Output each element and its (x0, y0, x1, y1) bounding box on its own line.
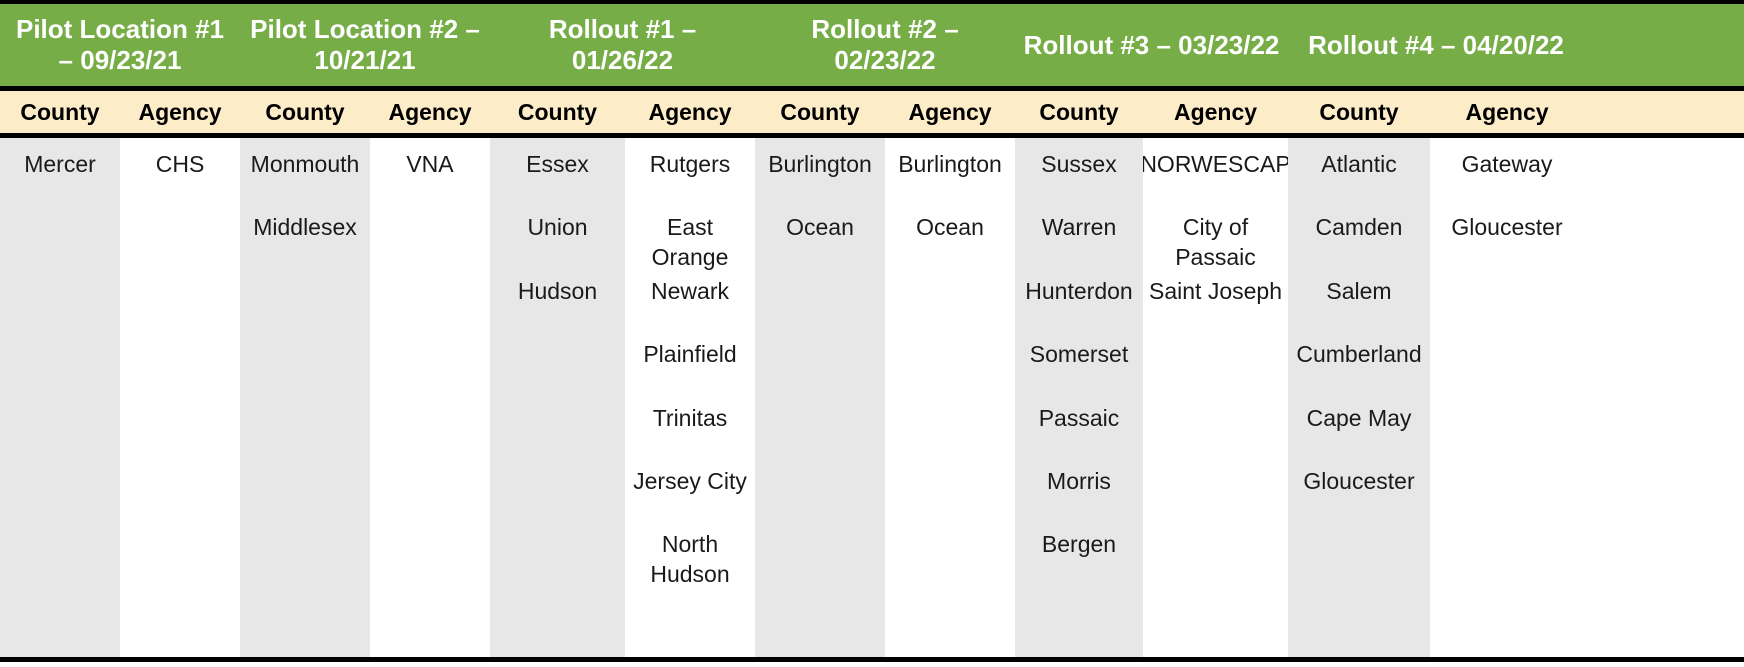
table-cell: Morris (1047, 467, 1111, 494)
table-cell: CHS (155, 151, 205, 177)
table-cell: VNA (406, 151, 454, 177)
column-header-county-2: County (265, 98, 345, 125)
table-cell: Gateway (1461, 151, 1553, 177)
sub-header-row: County Agency County Agency County Agency Coun… (0, 86, 1744, 138)
group-header-rollout-3: Rollout #3 – 03/23/22 (1023, 29, 1280, 60)
column-header-agency-9: Agency (1173, 98, 1258, 125)
body-column-county-10: Atlantic Camden Salem Cumberland Cape May Glo… (1288, 138, 1430, 657)
group-header-pilot-1: Pilot Location #1 – 09/23/21 (15, 14, 225, 75)
column-header-county-8: County (1039, 98, 1119, 125)
table-cell: Monmouth (250, 151, 360, 177)
body-column-agency-7: Burlington Ocean (885, 138, 1015, 657)
table-body: Mercer CHS Monmouth Middlesex VNA Essex Union H… (0, 138, 1744, 662)
body-column-county-8: Sussex Warren Hunterdon Somerset Passaic Morr… (1015, 138, 1143, 657)
body-column-agency-9: NORWESCAP City of Passaic Saint Joseph (1143, 138, 1288, 657)
body-column-county-0: Mercer (0, 138, 120, 657)
table-cell: Middlesex (253, 214, 357, 241)
group-header-rollout-4: Rollout #4 – 04/20/22 (1308, 29, 1564, 60)
column-header-county-0: County (20, 98, 100, 125)
table-cell: East Orange (651, 214, 729, 270)
table-cell: Mercer (24, 151, 96, 177)
table-cell: Essex (526, 151, 589, 177)
rollout-schedule-table: Pilot Location #1 – 09/23/21 Pilot Locati… (0, 0, 1744, 667)
table-cell: Burlington (768, 151, 872, 177)
table-cell: Salem (1326, 277, 1392, 304)
table-cell: Jersey City (633, 467, 747, 494)
table-cell: Bergen (1041, 531, 1117, 558)
column-header-county-4: County (517, 98, 598, 125)
column-header-county-6: County (780, 98, 860, 125)
table-cell: Newark (651, 277, 729, 304)
column-header-agency-5: Agency (648, 98, 732, 125)
column-header-agency-3: Agency (388, 98, 472, 125)
group-header-pilot-2: Pilot Location #2 – 10/21/21 (250, 14, 480, 75)
table-cell: NORWESCAP (1143, 151, 1288, 177)
table-cell: Passaic (1038, 404, 1120, 431)
column-header-agency-7: Agency (908, 98, 992, 125)
table-cell: Hudson (517, 277, 598, 304)
table-cell: Ocean (786, 214, 854, 241)
group-header-rollout-1: Rollout #1 – 01/26/22 (548, 14, 697, 75)
table-cell: Gloucester (1303, 467, 1415, 494)
table-cell: Trinitas (652, 404, 728, 431)
table-cell: Cumberland (1296, 341, 1422, 368)
column-header-agency-1: Agency (138, 98, 222, 125)
group-header-rollout-2: Rollout #2 – 02/23/22 (811, 14, 959, 75)
body-column-county-2: Monmouth Middlesex (240, 138, 370, 657)
table-cell: North Hudson (650, 531, 730, 587)
body-column-agency-1: CHS (120, 138, 240, 657)
table-cell: Hunterdon (1025, 277, 1133, 304)
table-cell: Atlantic (1321, 151, 1397, 177)
body-column-agency-11: Gateway Gloucester (1430, 138, 1584, 657)
body-column-county-6: Burlington Ocean (755, 138, 885, 657)
table-cell: Plainfield (643, 341, 737, 368)
body-column-agency-5: Rutgers East Orange Newark Plainfield Trinit… (625, 138, 755, 657)
group-header-row: Pilot Location #1 – 09/23/21 Pilot Locati… (0, 0, 1744, 86)
table-cell: Ocean (916, 214, 984, 241)
table-cell: Gloucester (1451, 214, 1563, 241)
table-cell: Rutgers (649, 151, 731, 177)
body-column-county-4: Essex Union Hudson (490, 138, 625, 657)
table-cell: Somerset (1029, 341, 1129, 368)
table-cell: Saint Joseph (1149, 277, 1282, 304)
body-column-agency-3: VNA (370, 138, 490, 657)
column-header-agency-11: Agency (1465, 98, 1549, 125)
table-cell: Warren (1041, 214, 1117, 241)
table-cell: City of Passaic (1175, 214, 1256, 270)
table-cell: Union (527, 214, 588, 241)
column-header-county-10: County (1319, 98, 1399, 125)
table-cell: Camden (1315, 214, 1403, 241)
table-cell: Cape May (1306, 404, 1412, 431)
table-cell: Burlington (898, 151, 1002, 177)
table-cell: Sussex (1041, 151, 1117, 177)
